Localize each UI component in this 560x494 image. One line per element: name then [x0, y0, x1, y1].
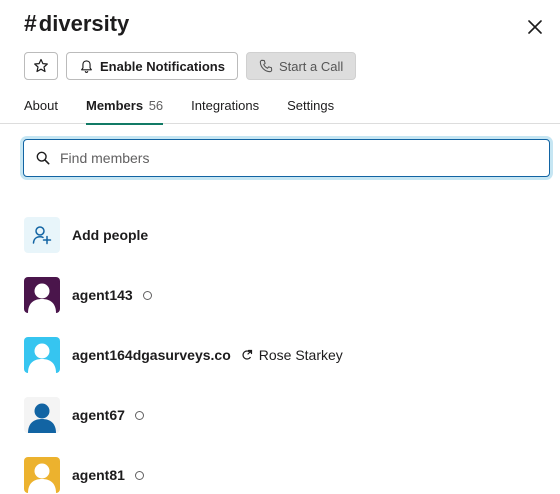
member-count: 56	[148, 98, 164, 113]
channel-tabs: About Members 56 Integrations Settings	[24, 98, 362, 125]
channel-header: # diversity Enable Notifications Start a…	[0, 0, 560, 125]
tab-about[interactable]: About	[24, 98, 58, 124]
start-call-label: Start a Call	[278, 58, 344, 74]
member-row[interactable]: agent164dgasurveys.co Rose Starkey	[24, 325, 544, 385]
channel-name: diversity	[38, 10, 130, 36]
away-status-icon	[134, 410, 144, 420]
member-row[interactable]: agent81	[24, 445, 544, 494]
search-icon	[36, 151, 50, 165]
member-name: agent67	[72, 407, 125, 423]
search-input[interactable]	[60, 150, 500, 166]
member-row[interactable]: agent143	[24, 265, 544, 325]
star-channel-button[interactable]	[24, 52, 58, 80]
close-icon	[528, 20, 542, 34]
member-list: Add people agent143 agent164dgasurveys.c…	[24, 205, 544, 494]
away-status-icon	[134, 470, 144, 480]
close-button[interactable]	[524, 16, 546, 38]
member-name: agent143	[72, 287, 133, 303]
member-row[interactable]: agent67	[24, 385, 544, 445]
external-member-info: Rose Starkey	[241, 347, 343, 363]
tab-members[interactable]: Members 56	[85, 98, 164, 125]
avatar	[24, 277, 60, 313]
tab-settings[interactable]: Settings	[287, 98, 334, 124]
start-call-button[interactable]: Start a Call	[245, 52, 357, 80]
header-actions: Enable Notifications Start a Call	[24, 52, 357, 80]
tab-integrations[interactable]: Integrations	[191, 98, 259, 124]
avatar	[24, 337, 60, 373]
add-people-label: Add people	[72, 227, 149, 243]
add-people-button[interactable]: Add people	[24, 205, 544, 265]
phone-icon	[259, 59, 273, 73]
member-search-box[interactable]	[23, 139, 550, 177]
bell-icon	[79, 59, 94, 74]
channel-title: # diversity	[24, 10, 129, 37]
channel-hash-icon: #	[24, 10, 37, 36]
member-name: agent81	[72, 467, 125, 483]
enable-notifications-button[interactable]: Enable Notifications	[66, 52, 238, 80]
external-member-name: Rose Starkey	[258, 347, 343, 363]
member-name: agent164dgasurveys.co	[72, 347, 231, 363]
add-person-icon	[24, 217, 60, 253]
away-status-icon	[142, 290, 152, 300]
avatar	[24, 397, 60, 433]
enable-notifications-label: Enable Notifications	[100, 58, 225, 74]
external-link-icon	[241, 349, 253, 361]
tab-members-label: Members	[85, 98, 144, 113]
star-icon	[34, 58, 48, 73]
avatar	[24, 457, 60, 493]
